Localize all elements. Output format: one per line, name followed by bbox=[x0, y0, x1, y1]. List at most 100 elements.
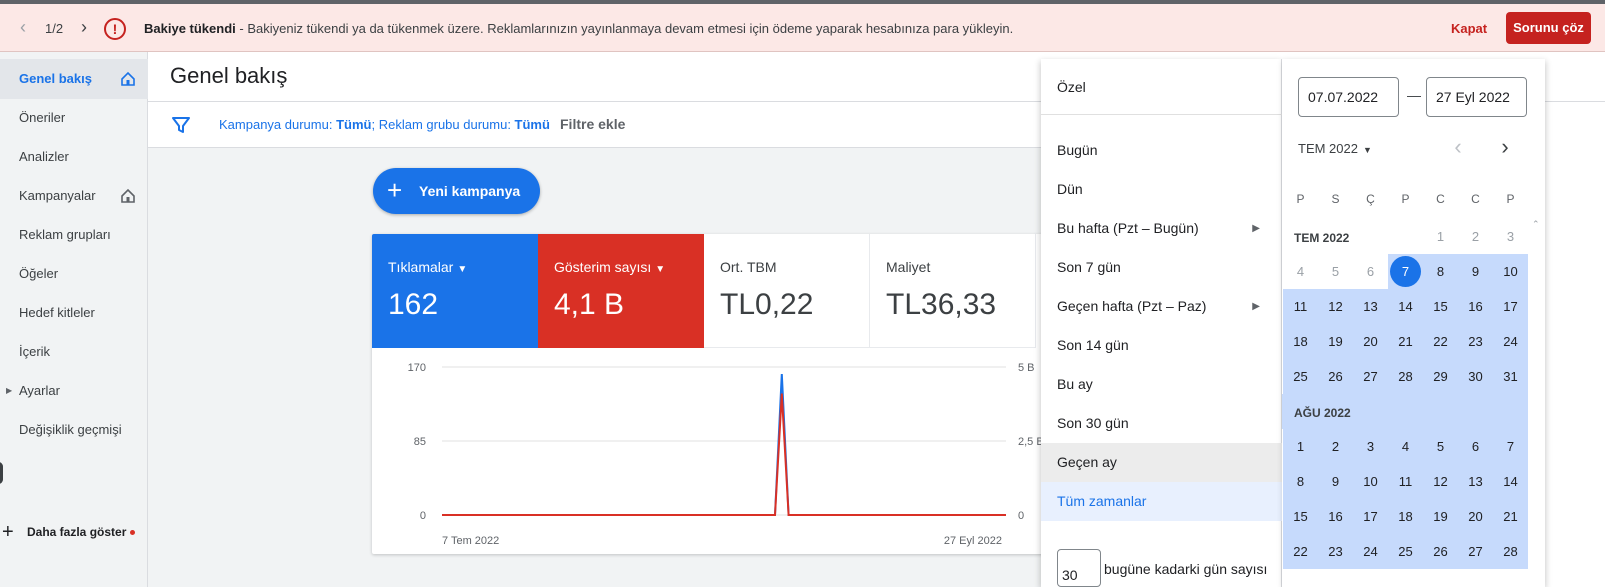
calendar-day[interactable]: 12 bbox=[1423, 464, 1458, 499]
fix-issue-button[interactable]: Sorunu çöz bbox=[1506, 12, 1591, 44]
calendar-day[interactable]: 13 bbox=[1353, 289, 1388, 324]
calendar-day[interactable]: 1 bbox=[1423, 219, 1458, 254]
start-date-input[interactable]: 07.07.2022 bbox=[1298, 77, 1399, 117]
days-count-input[interactable]: 30 bbox=[1057, 549, 1101, 587]
calendar-day[interactable]: 20 bbox=[1458, 499, 1493, 534]
calendar-day[interactable]: 24 bbox=[1493, 324, 1528, 359]
preset-item[interactable]: Bu hafta (Pzt – Bugün) ▶ bbox=[1041, 209, 1282, 248]
add-filter-button[interactable]: Filtre ekle bbox=[560, 116, 625, 132]
calendar-day[interactable]: 18 bbox=[1283, 324, 1318, 359]
calendar-day[interactable]: 2 bbox=[1458, 219, 1493, 254]
preset-item[interactable]: Son 30 gün bbox=[1041, 404, 1282, 443]
new-campaign-button[interactable]: + Yeni kampanya bbox=[373, 168, 540, 214]
calendar-day[interactable]: 1 bbox=[1283, 429, 1318, 464]
scroll-up-icon[interactable]: ⌃ bbox=[1532, 219, 1540, 230]
calendar-day[interactable]: 25 bbox=[1388, 534, 1423, 569]
sidebar-item-overview[interactable]: Genel bakış bbox=[0, 59, 148, 99]
calendar-day[interactable]: 20 bbox=[1353, 324, 1388, 359]
calendar-day[interactable]: 11 bbox=[1388, 464, 1423, 499]
active-filters[interactable]: Kampanya durumu: Tümü; Reklam grubu duru… bbox=[219, 117, 550, 132]
calendar-day[interactable]: 18 bbox=[1388, 499, 1423, 534]
preset-item[interactable]: Bugün bbox=[1041, 131, 1282, 170]
calendar-day[interactable]: 17 bbox=[1353, 499, 1388, 534]
calendar-day[interactable]: 8 bbox=[1283, 464, 1318, 499]
calendar-day[interactable]: 5 bbox=[1318, 254, 1353, 289]
calendar-day[interactable]: 22 bbox=[1283, 534, 1318, 569]
calendar-day[interactable]: 11 bbox=[1283, 289, 1318, 324]
sidebar-item-change-history[interactable]: Değişiklik geçmişi bbox=[0, 410, 148, 450]
calendar-day[interactable]: 6 bbox=[1458, 429, 1493, 464]
calendar-day[interactable]: 21 bbox=[1388, 324, 1423, 359]
metric-clicks[interactable]: Tıklamalar ▼ 162 bbox=[372, 234, 538, 348]
sidebar-item-assets[interactable]: Öğeler bbox=[0, 254, 148, 294]
metric-avg-cpc[interactable]: Ort. TBM TL0,22 bbox=[704, 234, 870, 348]
calendar-day[interactable]: 22 bbox=[1423, 324, 1458, 359]
calendar-day[interactable]: 7 bbox=[1493, 429, 1528, 464]
preset-item[interactable]: Geçen hafta (Pzt – Paz) ▶ bbox=[1041, 287, 1282, 326]
month-selector[interactable]: TEM 2022 ▼ bbox=[1298, 141, 1372, 156]
calendar-day[interactable]: 19 bbox=[1318, 324, 1353, 359]
calendar-day[interactable]: 3 bbox=[1353, 429, 1388, 464]
sidebar-item-campaigns[interactable]: Kampanyalar bbox=[0, 176, 148, 216]
calendar-day[interactable]: 15 bbox=[1423, 289, 1458, 324]
calendar-day[interactable]: 5 bbox=[1423, 429, 1458, 464]
calendar-day[interactable]: 10 bbox=[1493, 254, 1528, 289]
calendar-day[interactable]: 13 bbox=[1458, 464, 1493, 499]
calendar-day[interactable]: 19 bbox=[1423, 499, 1458, 534]
calendar-day[interactable]: 16 bbox=[1318, 499, 1353, 534]
sidebar-item-audiences[interactable]: Hedef kitleler bbox=[0, 293, 148, 333]
chevron-right-icon[interactable]: › bbox=[1493, 135, 1517, 159]
preset-item[interactable]: Dün bbox=[1041, 170, 1282, 209]
calendar-day[interactable]: 14 bbox=[1388, 289, 1423, 324]
calendar-day[interactable]: 3 bbox=[1493, 219, 1528, 254]
preset-custom[interactable]: Özel bbox=[1057, 79, 1086, 95]
metric-cost[interactable]: Maliyet TL36,33 bbox=[870, 234, 1036, 348]
show-more-button[interactable]: + Daha fazla göster bbox=[0, 518, 148, 546]
preset-item[interactable]: Son 14 gün bbox=[1041, 326, 1282, 365]
chevron-left-icon[interactable]: ‹ bbox=[13, 17, 33, 37]
calendar-day[interactable]: 9 bbox=[1318, 464, 1353, 499]
preset-item[interactable]: Bu ay bbox=[1041, 365, 1282, 404]
calendar-day[interactable]: 4 bbox=[1283, 254, 1318, 289]
sidebar-item-recommendations[interactable]: Öneriler bbox=[0, 98, 148, 138]
calendar-day[interactable]: 30 bbox=[1458, 359, 1493, 394]
calendar-day[interactable]: 27 bbox=[1353, 359, 1388, 394]
calendar-day[interactable]: 14 bbox=[1493, 464, 1528, 499]
chevron-left-icon[interactable]: ‹ bbox=[1446, 135, 1470, 159]
banner-close-link[interactable]: Kapat bbox=[1451, 21, 1487, 36]
calendar-day[interactable]: 23 bbox=[1458, 324, 1493, 359]
sidebar-item-ad-groups[interactable]: Reklam grupları bbox=[0, 215, 148, 255]
end-date-input[interactable]: 27 Eyl 2022 bbox=[1426, 77, 1527, 117]
sidebar-resize-handle[interactable] bbox=[0, 462, 3, 484]
calendar-day[interactable]: 9 bbox=[1458, 254, 1493, 289]
calendar-day[interactable]: 16 bbox=[1458, 289, 1493, 324]
preset-item[interactable]: Son 7 gün bbox=[1041, 248, 1282, 287]
calendar-day[interactable]: 27 bbox=[1458, 534, 1493, 569]
calendar-day[interactable]: 25 bbox=[1283, 359, 1318, 394]
calendar-day[interactable]: 15 bbox=[1283, 499, 1318, 534]
calendar-day[interactable]: 12 bbox=[1318, 289, 1353, 324]
sidebar-item-content[interactable]: İçerik bbox=[0, 332, 148, 372]
calendar-day[interactable]: 21 bbox=[1493, 499, 1528, 534]
calendar-day[interactable]: 24 bbox=[1353, 534, 1388, 569]
calendar-day[interactable]: 17 bbox=[1493, 289, 1528, 324]
calendar-day[interactable]: 8 bbox=[1423, 254, 1458, 289]
calendar-day[interactable]: 26 bbox=[1423, 534, 1458, 569]
calendar-day[interactable]: 6 bbox=[1353, 254, 1388, 289]
calendar-day[interactable]: 7 bbox=[1388, 254, 1423, 289]
calendar-day[interactable]: 23 bbox=[1318, 534, 1353, 569]
calendar-day[interactable]: 28 bbox=[1493, 534, 1528, 569]
sidebar-item-settings[interactable]: ▶ Ayarlar bbox=[0, 371, 148, 411]
calendar-day[interactable]: 29 bbox=[1423, 359, 1458, 394]
filter-icon[interactable] bbox=[170, 114, 192, 136]
calendar-day[interactable]: 2 bbox=[1318, 429, 1353, 464]
preset-item[interactable]: Tüm zamanlar bbox=[1041, 482, 1282, 521]
calendar-day[interactable]: 26 bbox=[1318, 359, 1353, 394]
calendar-day[interactable]: 31 bbox=[1493, 359, 1528, 394]
metric-impressions[interactable]: Gösterim sayısı ▼ 4,1 B bbox=[538, 234, 704, 348]
preset-item[interactable]: Geçen ay bbox=[1041, 443, 1282, 482]
chevron-right-icon[interactable]: › bbox=[74, 17, 94, 37]
calendar-day[interactable]: 4 bbox=[1388, 429, 1423, 464]
calendar-day[interactable]: 28 bbox=[1388, 359, 1423, 394]
sidebar-item-insights[interactable]: Analizler bbox=[0, 137, 148, 177]
